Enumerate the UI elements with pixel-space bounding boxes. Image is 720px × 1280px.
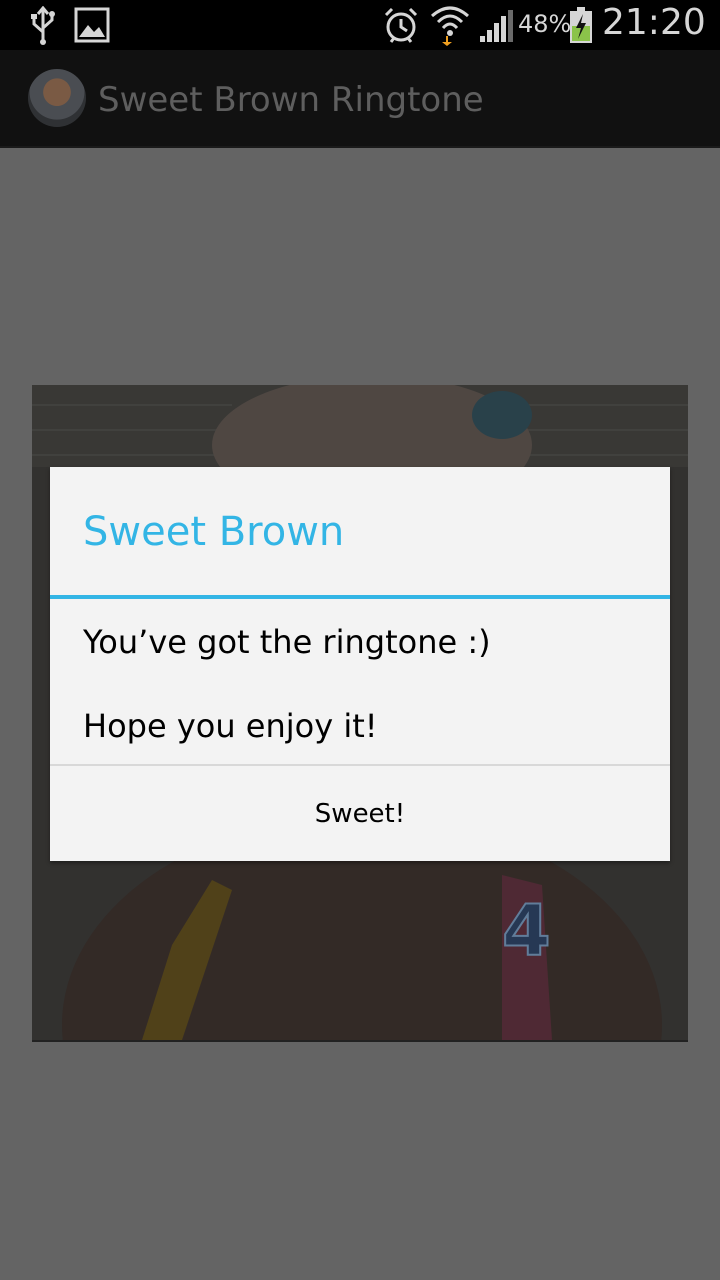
signal-icon [478,8,514,44]
dialog-title: Sweet Brown [83,509,345,555]
gallery-icon [74,7,110,43]
alarm-icon [382,6,420,44]
usb-icon [28,5,58,46]
dialog-message-line1: You’ve got the ringtone :) [83,623,491,661]
status-bar: 48% 21:20 [0,0,720,50]
action-bar: Sweet Brown Ringtone [0,50,720,148]
app-avatar[interactable] [28,69,86,127]
wifi-icon [430,4,470,46]
app-title: Sweet Brown Ringtone [98,80,484,120]
clock: 21:20 [602,2,706,43]
battery-charging-icon [568,6,594,44]
dialog-title-divider [50,595,670,599]
battery-percent: 48% [518,10,572,38]
ringtone-dialog: Sweet Brown You’ve got the ringtone :) H… [50,467,670,861]
dialog-message-line2: Hope you enjoy it! [83,707,378,745]
sweet-button[interactable]: Sweet! [50,766,670,861]
